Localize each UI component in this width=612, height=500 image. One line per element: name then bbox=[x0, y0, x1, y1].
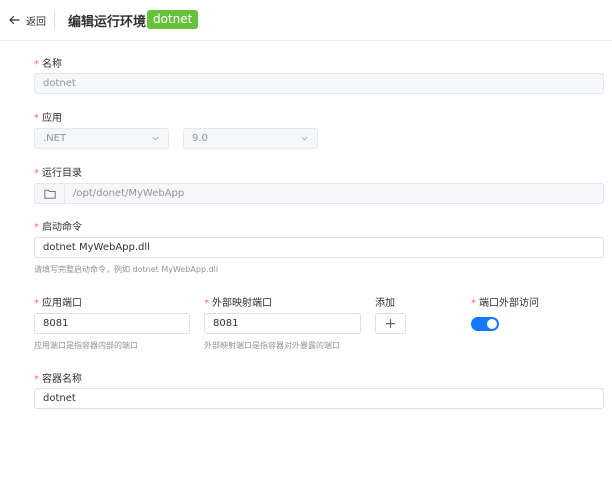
plus-icon: + bbox=[384, 315, 397, 332]
name-label: * 名称 bbox=[34, 59, 62, 70]
start-cmd-hint: 请填写完整启动命令，例如 dotnet MyWebApp.dll bbox=[34, 265, 219, 274]
ext-port-hint: 外部映射端口是指容器对外暴露的端口 bbox=[204, 341, 340, 350]
container-name-input[interactable]: dotnet bbox=[34, 388, 604, 409]
add-port-button[interactable]: + bbox=[375, 313, 406, 334]
app-label: * 应用 bbox=[34, 113, 62, 124]
start-cmd-label: * 启动命令 bbox=[34, 222, 82, 233]
app-port-label: * 应用端口 bbox=[34, 298, 82, 309]
back-button[interactable]: 返回 bbox=[8, 12, 46, 28]
container-name-label: * 容器名称 bbox=[34, 374, 82, 385]
chevron-down-icon bbox=[152, 136, 159, 141]
app-version-value: 9.0 bbox=[192, 133, 208, 144]
ext-port-label: * 外部映射端口 bbox=[204, 298, 272, 309]
page-title: 编辑运行环境 - bbox=[68, 15, 156, 30]
start-cmd-input[interactable]: dotnet MyWebApp.dll bbox=[34, 237, 604, 258]
name-input[interactable]: dotnet bbox=[34, 73, 604, 94]
switch-knob bbox=[487, 319, 497, 329]
chevron-down-icon bbox=[301, 136, 308, 141]
run-dir-label: * 运行目录 bbox=[34, 168, 82, 179]
app-type-value: .NET bbox=[43, 133, 67, 144]
header-divider bbox=[54, 12, 55, 28]
folder-button[interactable] bbox=[34, 183, 64, 204]
app-type-select[interactable]: .NET bbox=[34, 128, 169, 149]
folder-icon bbox=[43, 189, 56, 199]
add-label: 添加 bbox=[375, 298, 395, 309]
app-port-hint: 应用端口是指容器内部的端口 bbox=[34, 341, 138, 350]
app-port-input[interactable]: 8081 bbox=[34, 313, 190, 334]
back-label: 返回 bbox=[26, 16, 46, 28]
run-dir-input[interactable]: /opt/donet/MyWebApp bbox=[64, 183, 604, 204]
runtime-tag: dotnet bbox=[147, 10, 199, 29]
port-access-switch[interactable] bbox=[471, 317, 499, 331]
app-version-select[interactable]: 9.0 bbox=[183, 128, 318, 149]
ext-port-input[interactable]: 8081 bbox=[204, 313, 361, 334]
port-access-label: * 端口外部访问 bbox=[471, 298, 539, 309]
arrow-left-icon bbox=[9, 15, 20, 25]
